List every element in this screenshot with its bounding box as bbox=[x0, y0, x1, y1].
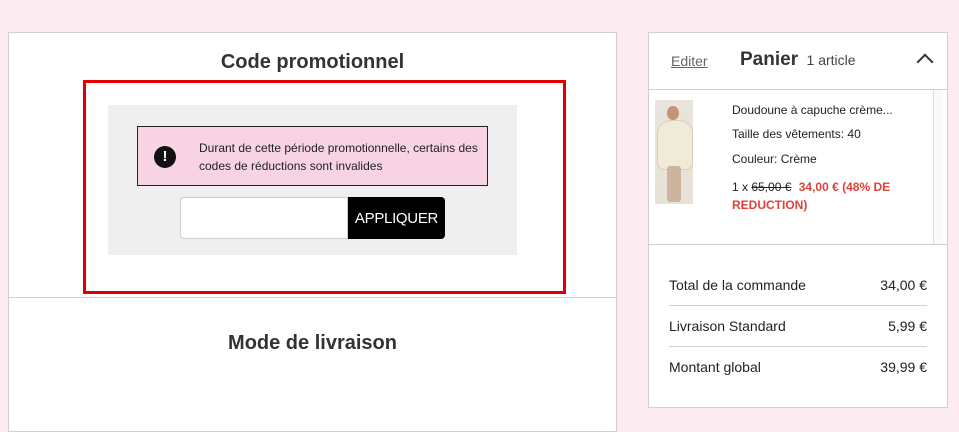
cart-header: Panier 1 article bbox=[740, 49, 856, 71]
product-image[interactable] bbox=[655, 100, 693, 204]
promo-section-title: Code promotionnel bbox=[220, 51, 405, 73]
edit-cart-link[interactable]: Editer bbox=[671, 53, 708, 69]
shipping-value: 5,99 € bbox=[888, 318, 927, 334]
items-divider bbox=[649, 244, 947, 245]
promo-highlight-box: ! Durant de cette période promotionnelle… bbox=[83, 80, 566, 294]
item-color: Couleur: Crème bbox=[732, 152, 817, 166]
alert-message: Durant de cette période promotionnelle, … bbox=[199, 141, 478, 173]
exclamation-icon: ! bbox=[154, 146, 176, 168]
cart-items-scrollbar[interactable] bbox=[933, 90, 943, 244]
item-name[interactable]: Doudoune à capuche crème... bbox=[732, 103, 893, 117]
shipping-label: Livraison Standard bbox=[669, 318, 786, 334]
chevron-up-icon[interactable] bbox=[916, 53, 934, 71]
item-quantity: 1 x bbox=[732, 180, 749, 194]
order-total-label: Total de la commande bbox=[669, 277, 806, 293]
order-total-value: 34,00 € bbox=[880, 277, 927, 293]
cart-item: Doudoune à capuche crème... Taille des v… bbox=[649, 90, 947, 244]
grand-total-value: 39,99 € bbox=[880, 359, 927, 375]
delivery-section-title: Mode de livraison bbox=[228, 332, 397, 354]
grand-total-label: Montant global bbox=[669, 359, 761, 375]
cart-panel: Editer Panier 1 article Doudoune à capuc… bbox=[648, 32, 948, 408]
promo-alert: ! Durant de cette période promotionnelle… bbox=[137, 126, 488, 186]
summary-row-shipping: Livraison Standard 5,99 € bbox=[669, 306, 927, 348]
promo-code-area: ! Durant de cette période promotionnelle… bbox=[108, 105, 517, 255]
promo-code-input[interactable] bbox=[180, 197, 348, 239]
item-old-price: 65,00 € bbox=[751, 180, 792, 194]
cart-item-count: 1 article bbox=[806, 52, 856, 68]
checkout-main-panel: Code promotionnel ! Durant de cette péri… bbox=[8, 32, 617, 432]
section-divider bbox=[9, 297, 616, 298]
item-price: 1 x 65,00 € 34,00 € (48% DE REDUCTION) bbox=[732, 178, 917, 214]
item-size: Taille des vêtements: 40 bbox=[732, 127, 861, 141]
apply-button[interactable]: APPLIQUER bbox=[348, 197, 445, 239]
summary-row-grand-total: Montant global 39,99 € bbox=[669, 347, 927, 389]
summary-row-order-total: Total de la commande 34,00 € bbox=[669, 265, 927, 307]
cart-title: Panier bbox=[740, 49, 799, 70]
